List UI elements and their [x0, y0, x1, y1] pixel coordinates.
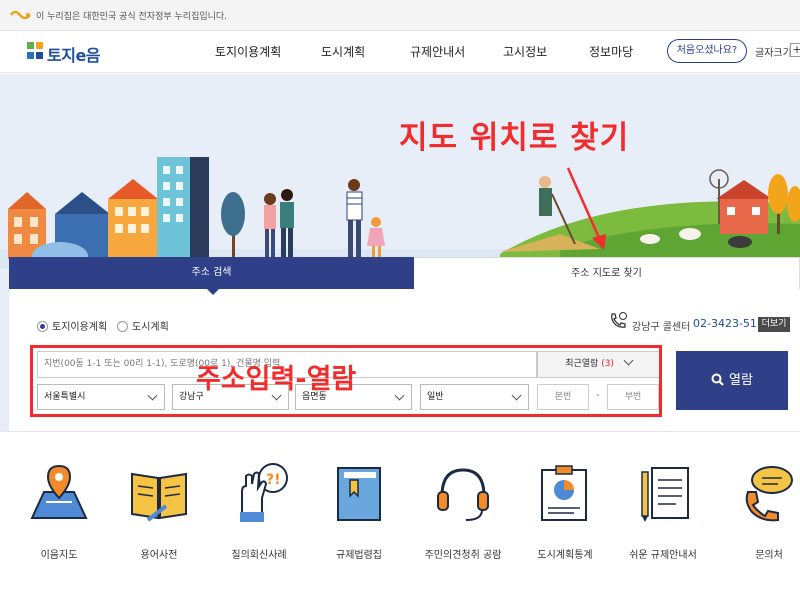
open-book-icon	[131, 472, 187, 522]
radio-land-use-label: 토지이용계획	[52, 322, 108, 333]
city-buildings	[8, 157, 209, 270]
map-pin-icon	[30, 464, 88, 519]
tab-address-search[interactable]: 주소 검색	[9, 257, 414, 289]
site-header: 토지e음 토지이용계획 도시계획 규제안내서 고시정보 정보마당 처음오셨나요?…	[0, 31, 800, 73]
service-label: 주민의견청취 공람	[424, 550, 502, 561]
radio-land-use[interactable]: 토지이용계획	[37, 318, 107, 333]
call-center-label: 강남구 콜센터	[632, 322, 691, 333]
radio-city-plan[interactable]: 도시계획	[117, 318, 169, 333]
logo-mark-icon	[27, 42, 43, 59]
logo-text: 토지e음	[47, 46, 101, 65]
service-label: 용어사전	[140, 550, 178, 561]
people-group	[264, 179, 385, 258]
document-pencil-icon	[641, 467, 689, 522]
more-button[interactable]: 더보기	[758, 317, 790, 332]
view-button[interactable]: 열람	[676, 351, 788, 410]
law-book-icon	[337, 467, 381, 521]
tab-map-search[interactable]: 주소 지도로 찾기	[414, 257, 800, 289]
radio-land-use-dot	[37, 321, 48, 332]
service-label: 질의회신사례	[231, 550, 287, 561]
gov-banner-text: 이 누리집은 대한민국 공식 전자정부 누리집입니다.	[36, 12, 228, 22]
annotation-address-input: 주소입력-열람	[196, 364, 357, 395]
phone-chat-icon	[745, 466, 793, 522]
service-label: 쉬운 규제안내서	[629, 550, 697, 561]
radio-city-plan-dot	[117, 321, 128, 332]
site-logo[interactable]: 토지e음	[26, 40, 108, 65]
search-icon	[711, 373, 724, 386]
gov-banner: 이 누리집은 대한민국 공식 전자정부 누리집입니다.	[0, 0, 800, 31]
radio-city-plan-label: 도시계획	[132, 322, 169, 333]
annotation-arrow-icon	[566, 167, 606, 250]
annotation-map-find: 지도 위치로 찾기	[399, 120, 630, 156]
nav-notice-info[interactable]: 고시정보	[503, 43, 547, 60]
first-visit-button[interactable]: 처음오셨나요?	[667, 39, 747, 63]
nav-info-plaza[interactable]: 정보마당	[589, 43, 633, 60]
tree-left	[221, 192, 245, 259]
font-size-label: 글자크기	[755, 48, 792, 59]
phone-call-icon	[611, 312, 627, 328]
nav-regulation-guide[interactable]: 규제안내서	[410, 43, 465, 60]
active-tab-caret-overlay	[207, 289, 219, 295]
service-label: 문의처	[755, 550, 783, 561]
farm-scene	[500, 169, 800, 259]
pie-chart-clipboard-icon	[541, 465, 587, 521]
headset-icon	[437, 468, 489, 521]
nav-city-plan[interactable]: 도시계획	[321, 43, 365, 60]
view-button-label: 열람	[729, 373, 753, 388]
service-label: 이음지도	[40, 550, 78, 561]
nav-land-use-plan[interactable]: 토지이용계획	[215, 43, 281, 60]
svg-text:?!: ?!	[266, 472, 281, 488]
service-label: 도시계획통계	[537, 550, 593, 561]
service-label: 규제법령집	[336, 550, 382, 561]
gov-emblem-icon	[10, 10, 31, 20]
raised-hand-question-icon: ?!	[240, 463, 288, 522]
font-increase-button[interactable]: +	[790, 43, 800, 57]
